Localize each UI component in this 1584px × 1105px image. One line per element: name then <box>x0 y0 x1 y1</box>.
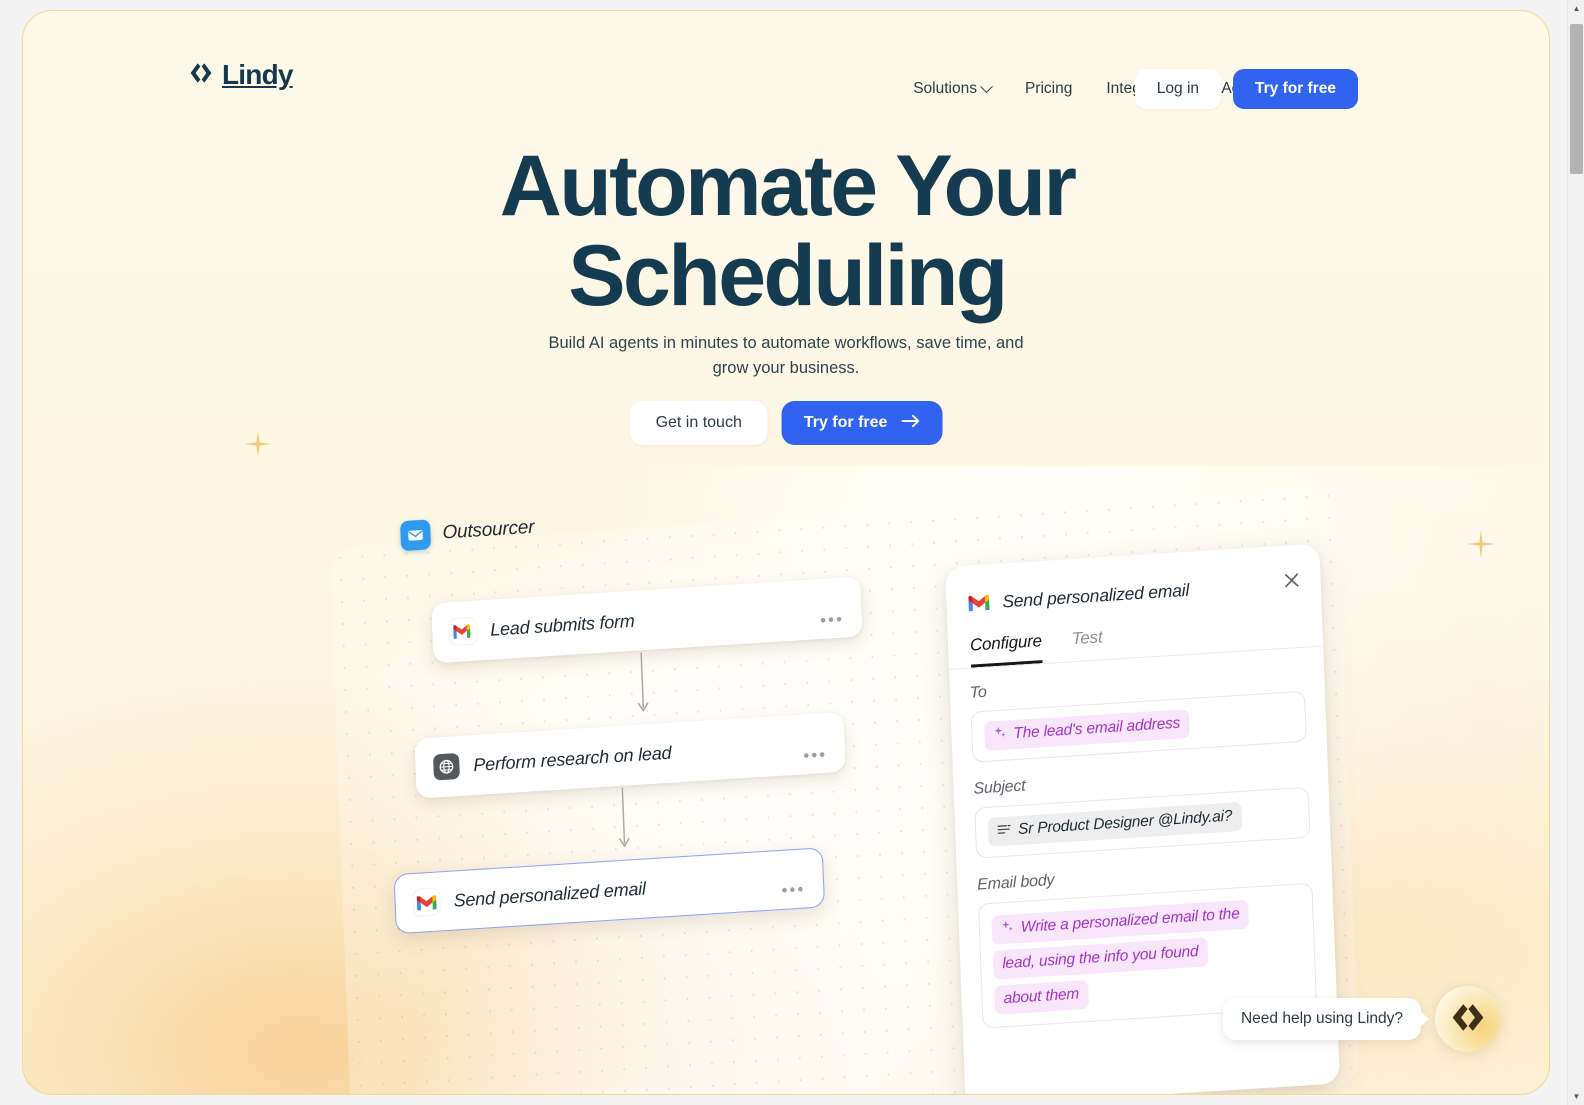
chip-text: The lead's email address <box>1013 714 1181 743</box>
site-header: Lindy Solutions Pricing Integrations Aca… <box>23 11 1549 151</box>
chevron-down-icon <box>980 79 993 93</box>
lindy-logo[interactable]: Lindy <box>188 59 293 91</box>
login-button[interactable]: Log in <box>1134 69 1222 109</box>
chip-text: Write a personalized email to the <box>1020 905 1240 936</box>
scroll-down-arrow-icon[interactable]: ▼ <box>1568 1088 1584 1105</box>
scroll-up-arrow-icon[interactable]: ▲ <box>1568 0 1584 17</box>
email-body-chip-group: Write a personalized email to the lead, … <box>991 899 1251 1015</box>
lindy-diamond-icon <box>1450 1001 1486 1037</box>
gmail-trigger-icon <box>449 617 477 646</box>
chip-text: about them <box>1003 985 1080 1007</box>
headline-line-1: Automate Your <box>499 138 1077 234</box>
globe-icon <box>432 752 460 781</box>
get-in-touch-button[interactable]: Get in touch <box>629 401 768 445</box>
panel-title: Send personalized email <box>1001 579 1190 612</box>
node-label: Send personalized email <box>453 877 647 911</box>
nav-item-solutions-label: Solutions <box>913 80 977 97</box>
panel-body: To The lead's email address Subject Sr P… <box>949 646 1337 1029</box>
variable-chip[interactable]: Sr Product Designer @Lindy.ai? <box>987 801 1242 847</box>
tab-configure[interactable]: Configure <box>970 631 1043 668</box>
subject-field[interactable]: Sr Product Designer @Lindy.ai? <box>974 786 1311 859</box>
try-for-free-hero-button[interactable]: Try for free <box>781 401 943 445</box>
sparkle-ai-icon <box>1001 918 1015 940</box>
tab-test[interactable]: Test <box>1071 627 1103 661</box>
sparkle-ai-icon <box>993 725 1007 747</box>
ai-variable-chip-line-2[interactable]: lead, using the info you found <box>992 937 1208 980</box>
browser-viewport: Lindy Solutions Pricing Integrations Aca… <box>0 0 1584 1105</box>
ai-variable-chip[interactable]: Write a personalized email to the <box>991 899 1250 945</box>
chat-widget: Need help using Lindy? <box>1222 986 1501 1052</box>
logo-wordmark: Lindy <box>222 59 293 90</box>
try-for-free-nav-button[interactable]: Try for free <box>1233 69 1358 109</box>
page-title: Automate Your Scheduling <box>23 138 1549 325</box>
close-icon[interactable] <box>1280 569 1303 592</box>
node-menu-button[interactable]: ••• <box>820 610 845 630</box>
variable-lines-icon <box>997 820 1012 842</box>
hero-section: Lindy Solutions Pricing Integrations Aca… <box>22 10 1550 1095</box>
sparkle-icon <box>243 429 273 464</box>
node-label: Perform research on lead <box>473 742 672 775</box>
node-menu-button[interactable]: ••• <box>781 879 806 899</box>
workflow-canvas[interactable]: Outsourcer Lead submits form ••• Perform… <box>328 484 1361 1094</box>
node-label: Lead submits form <box>489 610 635 640</box>
node-menu-button[interactable]: ••• <box>803 745 828 765</box>
to-field[interactable]: The lead's email address <box>970 690 1307 763</box>
ai-variable-chip[interactable]: The lead's email address <box>983 709 1190 751</box>
nav-item-pricing-label: Pricing <box>1024 80 1073 97</box>
try-for-free-hero-label: Try for free <box>803 414 888 431</box>
ai-variable-chip-line-3[interactable]: about them <box>994 979 1089 1015</box>
blue-envelope-icon <box>400 519 432 552</box>
page-scrollbar[interactable]: ▲ ▼ <box>1567 0 1584 1105</box>
nav-item-solutions[interactable]: Solutions <box>913 79 993 98</box>
chat-prompt-bubble[interactable]: Need help using Lindy? <box>1222 998 1421 1040</box>
chip-text: lead, using the info you found <box>1001 942 1199 973</box>
gmail-icon <box>413 888 441 917</box>
sparkle-icon <box>1466 529 1496 564</box>
agent-name-label: Outsourcer <box>442 516 535 544</box>
scrollbar-thumb[interactable] <box>1570 24 1583 174</box>
header-actions: Log in Try for free <box>1134 69 1358 109</box>
chip-text: Sr Product Designer @Lindy.ai? <box>1017 807 1233 838</box>
hero-cta-group: Get in touch Try for free <box>629 401 943 445</box>
chat-launcher-button[interactable] <box>1435 986 1501 1052</box>
headline-line-2: Scheduling <box>568 228 1008 325</box>
gmail-icon <box>966 590 991 615</box>
nav-item-pricing[interactable]: Pricing <box>1025 80 1072 98</box>
diamond-chevron-logo-icon <box>188 61 214 90</box>
hero-subheadline: Build AI agents in minutes to automate w… <box>548 334 1024 377</box>
arrow-right-icon <box>901 414 920 433</box>
